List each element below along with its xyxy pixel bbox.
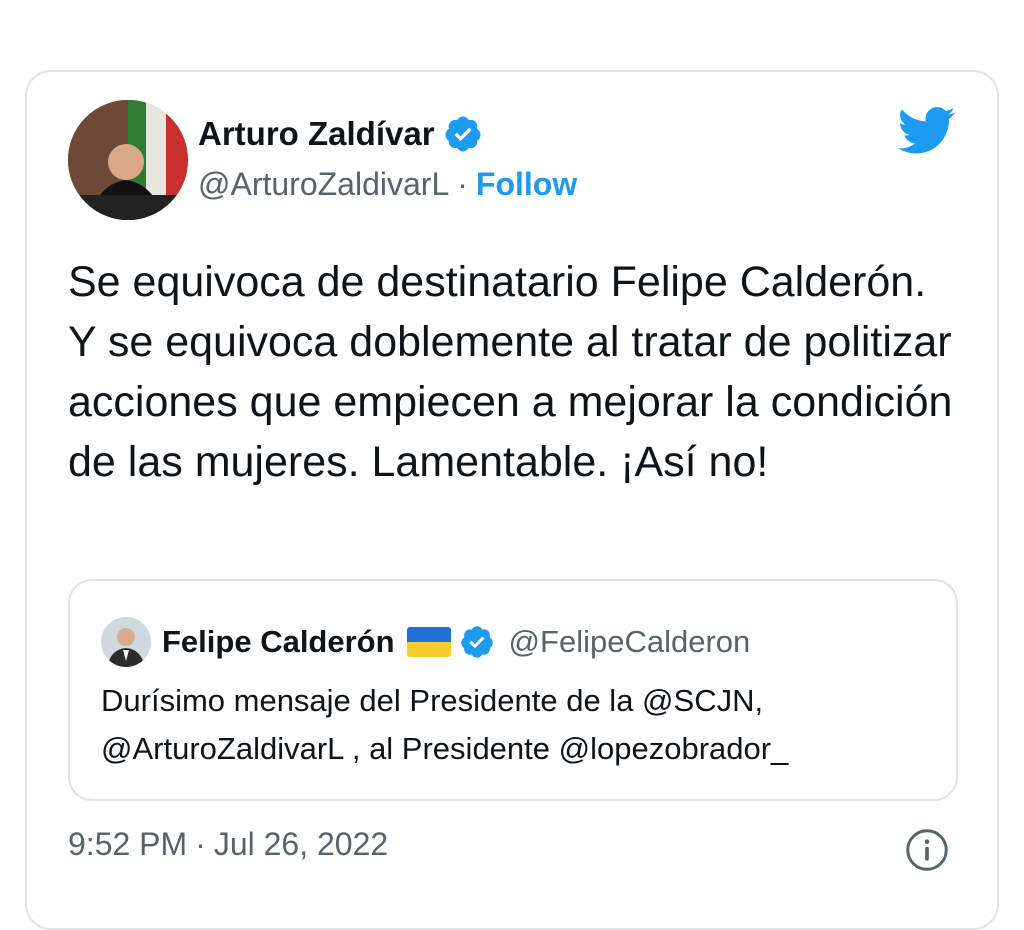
- quoted-author-handle[interactable]: @FelipeCalderon: [509, 624, 751, 660]
- quoted-author-avatar[interactable]: [101, 617, 151, 667]
- quoted-author-name[interactable]: Felipe Calderón: [162, 624, 395, 660]
- verified-badge-icon: [460, 626, 493, 658]
- quoted-text-line: Durísimo mensaje del Presidente de la @S…: [101, 683, 764, 718]
- tweet-timestamp[interactable]: 9:52 PM · Jul 26, 2022: [68, 826, 388, 863]
- tweet-time[interactable]: 9:52 PM: [68, 826, 187, 863]
- ukraine-flag-icon: [406, 627, 451, 657]
- quoted-tweet-text: Durísimo mensaje del Presidente de la @S…: [101, 677, 941, 773]
- tweet-date[interactable]: Jul 26, 2022: [214, 826, 388, 863]
- verified-badge-icon: [445, 116, 481, 152]
- twitter-bird-icon[interactable]: [898, 106, 956, 156]
- follow-button[interactable]: Follow: [476, 166, 577, 203]
- quoted-tweet[interactable]: Felipe Calderón @FelipeCalderon Durísimo…: [68, 579, 958, 801]
- info-icon[interactable]: [905, 828, 949, 872]
- separator-dot: ·: [195, 826, 206, 862]
- separator-dot: ·: [457, 166, 468, 202]
- author-name[interactable]: Arturo Zaldívar: [198, 115, 435, 153]
- tweet-text: Se equivoca de destinatario Felipe Calde…: [68, 258, 953, 486]
- author-handle[interactable]: @ArturoZaldivarL: [198, 166, 449, 203]
- quoted-text-line: @ArturoZaldivarL , al Presidente @lopezo…: [101, 731, 789, 766]
- author-avatar[interactable]: [68, 100, 188, 220]
